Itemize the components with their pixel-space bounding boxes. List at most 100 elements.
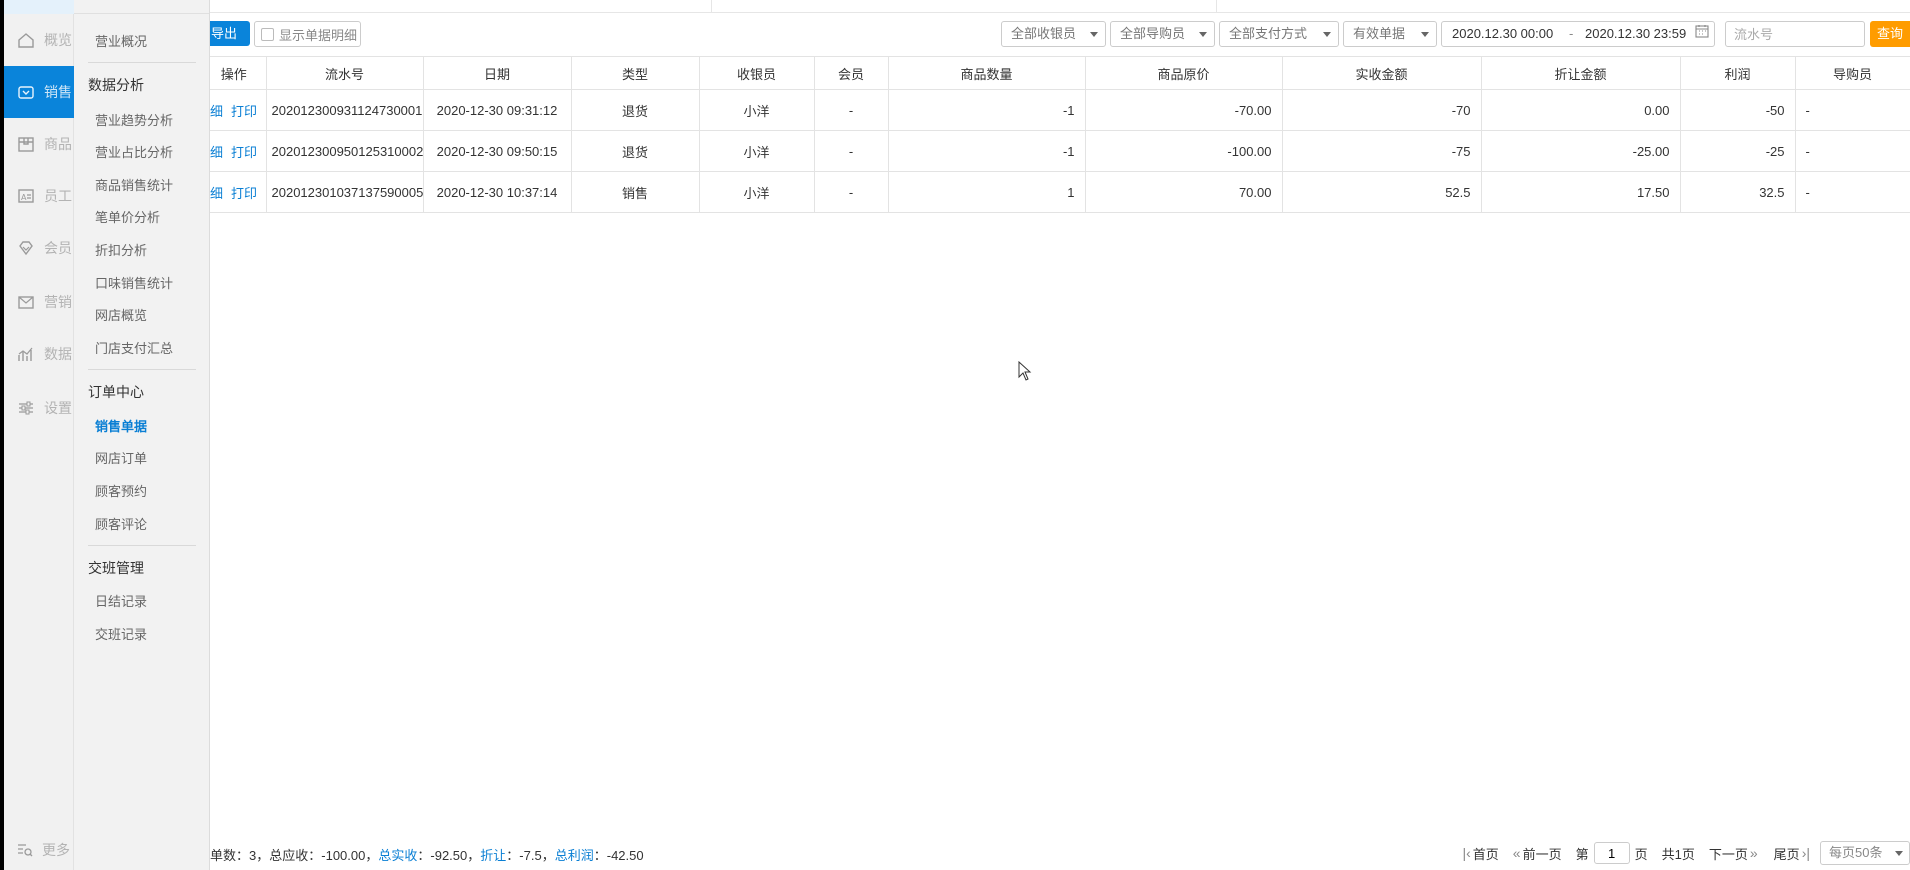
- detail-link[interactable]: 细: [210, 186, 223, 201]
- total-pages: 共1页: [1661, 846, 1695, 862]
- total-due-label: ，总应收：: [256, 848, 322, 863]
- detail-link[interactable]: 细: [210, 145, 223, 160]
- nav-item-member[interactable]: 会员: [4, 222, 74, 274]
- table-row: 细打印 202012300931124730001 2020-12-30 09:…: [210, 89, 1910, 131]
- submenu-item[interactable]: 网店概览: [95, 305, 147, 324]
- submenu-item[interactable]: 口味销售统计: [95, 273, 173, 292]
- col-header-serial[interactable]: 流水号: [265, 56, 424, 90]
- nav-item-data[interactable]: 数据: [4, 328, 74, 380]
- print-link[interactable]: 打印: [231, 104, 257, 119]
- print-link[interactable]: 打印: [231, 186, 257, 201]
- export-button[interactable]: 导出: [210, 21, 250, 46]
- checkbox-box[interactable]: [261, 27, 274, 41]
- sales-receipt-table: 操作 流水号 日期 类型 收银员 会员 商品数量 商品原价 实收金额 折让金额 …: [210, 56, 1910, 213]
- table-header-row: 操作 流水号 日期 类型 收银员 会员 商品数量 商品原价 实收金额 折让金额 …: [210, 56, 1910, 90]
- col-header-received[interactable]: 实收金额: [1281, 56, 1482, 90]
- cell-type: 销售: [570, 171, 700, 213]
- cell-cashier-link[interactable]: 小洋: [698, 171, 815, 213]
- submenu-item[interactable]: 网店订单: [95, 448, 147, 467]
- submenu-item[interactable]: 折扣分析: [95, 240, 147, 259]
- nav-more-label: 更多: [42, 842, 70, 858]
- submenu-item[interactable]: 顾客预约: [95, 481, 147, 500]
- first-page-label: 首页: [1472, 846, 1499, 862]
- print-link[interactable]: 打印: [231, 145, 257, 160]
- submenu-item-active[interactable]: 销售单据: [95, 416, 147, 435]
- submenu-group-title: 数据分析: [88, 77, 144, 93]
- cell-member: -: [813, 171, 889, 213]
- serial-search-input[interactable]: [1725, 21, 1865, 47]
- nav-item-label: 设置: [44, 400, 72, 416]
- guide-select[interactable]: 全部导购员: [1110, 21, 1215, 47]
- per-page-select[interactable]: 每页50条: [1820, 841, 1910, 865]
- cell-cashier-link[interactable]: 小洋: [698, 130, 815, 172]
- show-detail-checkbox[interactable]: 显示单据明细: [254, 21, 361, 47]
- nav-item-settings[interactable]: 设置: [4, 382, 74, 434]
- submenu-item-overview[interactable]: 营业概况: [95, 31, 147, 50]
- nav-item-label: 员工: [44, 188, 72, 204]
- rail-top-strip: [4, 0, 74, 14]
- submenu-item[interactable]: 营业占比分析: [95, 142, 173, 161]
- col-header-orig-price[interactable]: 商品原价: [1084, 56, 1283, 90]
- cashier-select[interactable]: 全部收银员: [1001, 21, 1106, 47]
- nav-item-staff[interactable]: A 员工: [4, 170, 74, 222]
- next-page-button[interactable]: 下一页»: [1709, 844, 1760, 863]
- cell-type: 退货: [570, 89, 700, 131]
- cell-date: 2020-12-30 09:31:12: [422, 89, 572, 131]
- submenu-top: [74, 0, 209, 14]
- cell-serial: 202012301037137590005: [265, 171, 424, 213]
- nav-item-overview[interactable]: 概览: [4, 14, 74, 66]
- nav-item-label: 营销: [44, 294, 72, 310]
- nav-item-marketing[interactable]: 营销: [4, 276, 74, 328]
- chevron-down-icon: [1199, 32, 1207, 37]
- date-range-picker[interactable]: 2020.12.30 00:00 - 2020.12.30 23:59: [1441, 21, 1715, 47]
- submenu-item[interactable]: 营业趋势分析: [95, 110, 173, 129]
- submenu-item[interactable]: 顾客评论: [95, 514, 147, 533]
- box-icon: [16, 134, 36, 154]
- main-nav-rail: 概览 销售 商品 A 员工 会员 营销 数据 设置 更多: [4, 0, 74, 870]
- payment-select[interactable]: 全部支付方式: [1219, 21, 1339, 47]
- calendar-icon[interactable]: [1695, 22, 1709, 38]
- submenu-item[interactable]: 日结记录: [95, 591, 147, 610]
- submenu-item[interactable]: 商品销售统计: [95, 175, 173, 194]
- cell-orig-price: -100.00: [1084, 130, 1283, 172]
- nav-more[interactable]: 更多: [16, 840, 70, 860]
- submenu-item[interactable]: 交班记录: [95, 624, 147, 643]
- detail-link[interactable]: 细: [210, 104, 223, 119]
- prev-page-button[interactable]: «前一页: [1513, 844, 1562, 863]
- date-end: 2020.12.30 23:59: [1585, 26, 1687, 41]
- first-page-button[interactable]: |‹ 首页: [1462, 844, 1498, 863]
- col-header-guide[interactable]: 导购员: [1794, 56, 1910, 90]
- chevron-down-icon: [1421, 32, 1429, 37]
- submenu-item[interactable]: 门店支付汇总: [95, 338, 173, 357]
- cashier-select-value: 全部收银员: [1011, 26, 1077, 41]
- cell-profit: -25: [1679, 130, 1796, 172]
- col-header-qty[interactable]: 商品数量: [887, 56, 1086, 90]
- nav-item-label: 数据: [44, 346, 72, 362]
- cell-serial: 202012300931124730001: [265, 89, 424, 131]
- col-header-cashier[interactable]: 收银员: [698, 56, 815, 90]
- col-header-profit[interactable]: 利润: [1679, 56, 1796, 90]
- page-prefix: 第: [1575, 846, 1589, 862]
- col-header-operations: 操作: [210, 56, 267, 90]
- col-header-member[interactable]: 会员: [813, 56, 889, 90]
- status-select[interactable]: 有效单据: [1343, 21, 1437, 47]
- checkbox-label: 显示单据明细: [279, 27, 358, 43]
- nav-item-label: 概览: [44, 32, 72, 48]
- col-header-type[interactable]: 类型: [570, 56, 700, 90]
- submenu-group-title: 交班管理: [88, 560, 144, 576]
- total-received-label: 总实收: [378, 848, 418, 863]
- col-header-discount[interactable]: 折让金额: [1480, 56, 1681, 90]
- nav-item-sales[interactable]: 销售: [4, 66, 74, 118]
- cell-discount: 0.00: [1480, 89, 1681, 131]
- last-page-button[interactable]: 尾页 ›|: [1774, 844, 1812, 863]
- query-button[interactable]: 查询: [1870, 21, 1910, 47]
- table-row: 细打印 202012301037137590005 2020-12-30 10:…: [210, 171, 1910, 213]
- nav-item-goods[interactable]: 商品: [4, 118, 74, 170]
- page-number-input[interactable]: [1593, 842, 1630, 864]
- pagination: |‹首页 «前一页 第 页 共1页 下一页» 尾页›| 每页50条: [1462, 841, 1910, 865]
- col-header-date[interactable]: 日期: [422, 56, 572, 90]
- total-due-value: -100.00: [321, 848, 366, 863]
- submenu-item[interactable]: 笔单价分析: [95, 207, 160, 226]
- cell-guide: -: [1794, 89, 1910, 131]
- cell-cashier-link[interactable]: 小洋: [698, 89, 815, 131]
